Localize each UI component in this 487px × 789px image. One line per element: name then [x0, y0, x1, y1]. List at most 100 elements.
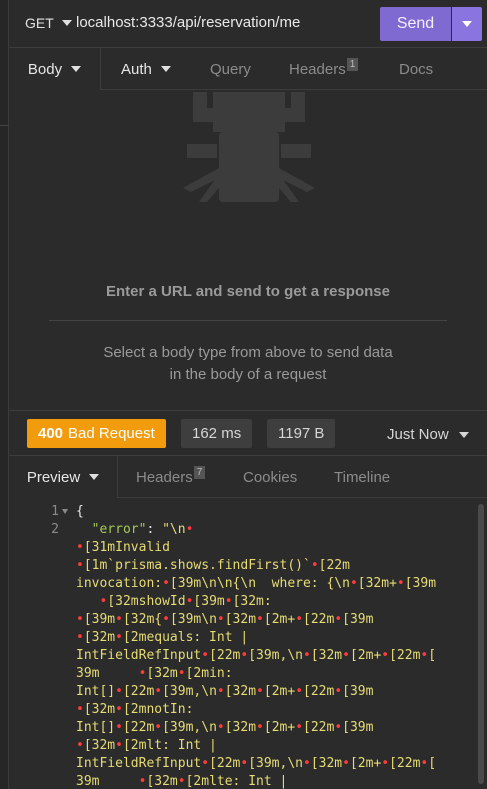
vertical-scrollbar[interactable] [478, 504, 484, 784]
json-string-segment: [32m [310, 756, 343, 771]
tab-cookies[interactable]: Cookies [243, 456, 297, 498]
chevron-down-icon [462, 21, 472, 27]
json-string-segment: [22m [303, 612, 335, 627]
escape-char-icon: • [224, 594, 233, 609]
json-string-segment: 39m [76, 666, 139, 681]
escape-char-icon: • [295, 684, 304, 699]
headers-count-badge: 1 [346, 57, 359, 71]
escape-char-icon: • [115, 738, 123, 753]
escape-char-icon: • [201, 648, 210, 663]
json-string-segment: [32m [83, 630, 116, 645]
left-gutter [0, 0, 9, 789]
gutter-divider [0, 125, 9, 126]
tab-timeline-label: Timeline [334, 468, 391, 486]
json-string-segment: [32m [146, 774, 178, 789]
escape-char-icon: • [162, 612, 170, 627]
escape-char-icon: • [76, 630, 84, 645]
method-select[interactable]: GET [25, 15, 72, 31]
code-row: 39m •[32m•[2min: [76, 666, 233, 681]
fold-arrow-icon[interactable] [62, 509, 68, 514]
json-string-segment: [39m,\n [248, 756, 303, 771]
code-row: Int[]•[22m•[39m,\n•[32m•[2m+•[22m•[39m [76, 720, 373, 735]
escape-char-icon: • [295, 720, 304, 735]
json-string-segment: [32m: [232, 594, 272, 609]
json-string: "\n [162, 522, 186, 537]
escape-char-icon: • [334, 720, 343, 735]
tab-query[interactable]: Query [210, 48, 251, 90]
json-string-segment: [22m [303, 720, 335, 735]
response-tabs: Preview Headers 7 Cookies Timeline [9, 456, 487, 498]
tab-response-headers[interactable]: Headers 7 [136, 456, 206, 498]
chevron-down-icon [458, 431, 469, 438]
escape-char-icon: • [334, 684, 343, 699]
send-options-button[interactable] [452, 7, 482, 41]
escape-char-icon: • [334, 612, 343, 627]
escape-char-icon: • [115, 702, 123, 717]
json-string-segment: 39m [76, 774, 139, 789]
json-string-segment: [39m [404, 576, 437, 591]
status-code: 400 [38, 425, 64, 442]
escape-char-icon: • [381, 648, 390, 663]
bug-icon [183, 92, 315, 202]
response-history-label: Just Now [387, 426, 449, 443]
json-string-segment: [32m{ [122, 612, 163, 627]
json-string-segment: [32m [224, 684, 257, 699]
escape-char-icon: • [342, 756, 350, 771]
json-string-segment: [22m [122, 720, 155, 735]
json-string-segment: [ [428, 756, 437, 771]
escape-char-icon: • [185, 522, 194, 537]
escape-char-icon: • [256, 684, 264, 699]
json-string-segment: [2m+ [263, 612, 296, 627]
empty-state-title: Enter a URL and send to get a response [106, 283, 390, 300]
code-row: IntFieldRefInput•[22m•[39m,\n•[32m•[2m+•… [76, 648, 436, 663]
escape-char-icon: • [177, 666, 186, 681]
json-key: "error" [76, 522, 147, 537]
escape-char-icon: • [303, 648, 311, 663]
json-string-segment: [32m [224, 720, 257, 735]
json-string-segment: [22m [209, 756, 241, 771]
tab-timeline[interactable]: Timeline [334, 456, 390, 498]
tab-cookies-label: Cookies [243, 468, 298, 486]
tab-auth[interactable]: Auth [121, 48, 171, 90]
tab-body[interactable]: Body [9, 48, 101, 90]
tab-preview[interactable]: Preview [9, 456, 118, 498]
json-string-segment: [2m+ [349, 648, 382, 663]
request-response-pane: GET localhost:3333/api/reservation/me Se… [9, 0, 487, 789]
escape-char-icon: • [201, 756, 210, 771]
escape-char-icon: • [381, 756, 390, 771]
json-string-segment: [22m [209, 648, 241, 663]
escape-char-icon: • [349, 576, 358, 591]
status-text: Bad Request [68, 425, 155, 442]
json-string-segment: [2m+ [263, 684, 296, 699]
code-row: •[32m•[2mnotIn: [76, 702, 193, 717]
tab-query-label: Query [210, 60, 251, 78]
json-string-segment: [1m`prisma.shows.findFirst()` [83, 558, 311, 573]
tab-docs[interactable]: Docs [399, 48, 433, 90]
escape-char-icon: • [216, 612, 225, 627]
escape-char-icon: • [310, 558, 319, 573]
json-string-segment: [32m [83, 738, 116, 753]
send-button[interactable]: Send [380, 7, 451, 41]
json-string-segment: IntFieldRefInput [76, 756, 202, 771]
tab-docs-label: Docs [399, 60, 434, 78]
response-history-select[interactable]: Just Now [387, 426, 469, 443]
json-string-segment: [22m [303, 684, 335, 699]
escape-char-icon: • [115, 612, 123, 627]
request-tabs: Body Auth Query Headers 1 Docs [9, 48, 487, 90]
tab-headers[interactable]: Headers 1 [289, 48, 359, 90]
json-string-segment: [2mlt: Int | [122, 738, 217, 753]
empty-state-divider [49, 320, 447, 321]
code-row: •[32mshowId•[39m•[32m: [76, 594, 272, 609]
escape-char-icon: • [76, 612, 84, 627]
json-string-segment: [39m,\n [162, 720, 217, 735]
json-string-segment: [32m+ [357, 576, 397, 591]
json-string-segment: IntFieldRefInput [76, 648, 202, 663]
code-row: invocation:•[39m\n\n{\n where: {\n•[32m+… [76, 576, 436, 591]
url-input[interactable]: localhost:3333/api/reservation/me [76, 14, 300, 31]
code-row: •[31mInvalid [76, 540, 170, 555]
response-headers-count-badge: 7 [193, 465, 206, 479]
code-row: Int[]•[22m•[39m,\n•[32m•[2m+•[22m•[39m [76, 684, 373, 699]
json-string-segment: [39m\n [169, 612, 217, 627]
escape-char-icon: • [162, 576, 170, 591]
response-preview-code[interactable]: 1 { 2 "error": "\n• •[31mInvalid •[1m`pris… [9, 498, 487, 789]
